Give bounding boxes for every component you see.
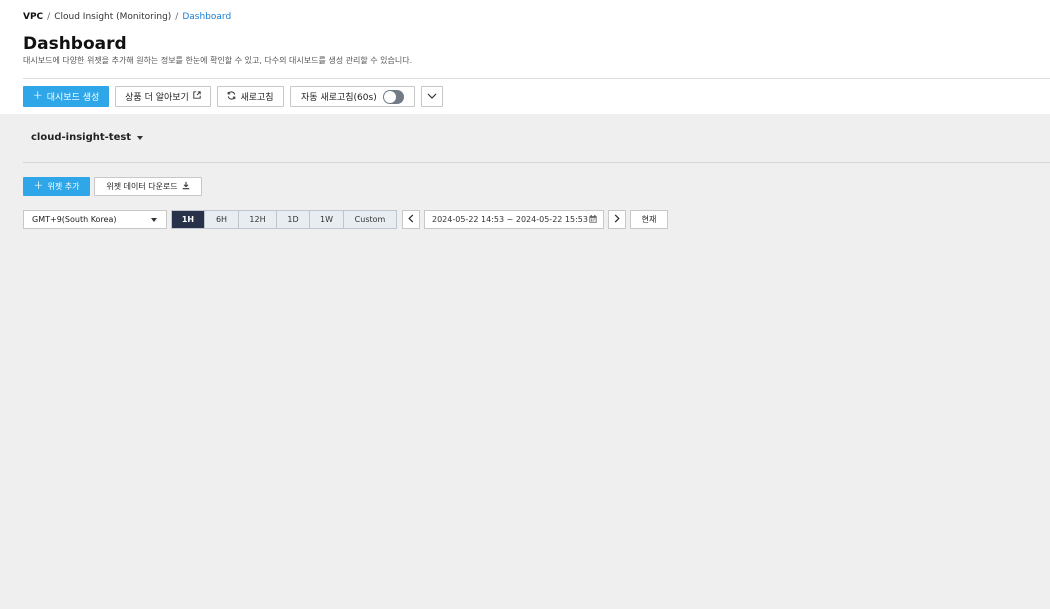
breadcrumb: VPC / Cloud Insight (Monitoring) / Dashb… xyxy=(23,11,231,23)
learn-more-label: 상품 더 알아보기 xyxy=(125,93,189,103)
range-12h[interactable]: 12H xyxy=(239,211,277,228)
chevron-right-icon xyxy=(614,213,620,226)
download-icon xyxy=(182,181,190,192)
timezone-select[interactable]: GMT+9(South Korea) xyxy=(23,210,167,229)
learn-more-button[interactable]: 상품 더 알아보기 xyxy=(115,86,211,107)
plus-icon: ＋ xyxy=(33,180,44,192)
download-widget-data-button[interactable]: 위젯 데이터 다운로드 xyxy=(94,177,202,196)
date-range-picker[interactable]: 2024-05-22 14:53 ~ 2024-05-22 15:53 xyxy=(424,210,604,229)
create-dashboard-label: 대시보드 생성 xyxy=(46,93,100,103)
refresh-icon xyxy=(227,90,236,103)
dashboard-selector[interactable]: cloud-insight-test xyxy=(31,132,144,143)
range-1w[interactable]: 1W xyxy=(310,211,344,228)
auto-refresh-toggle[interactable] xyxy=(382,89,404,104)
widget-bar: ＋ 위젯 추가 위젯 데이터 다운로드 xyxy=(23,177,202,196)
caret-down-icon xyxy=(137,135,144,140)
breadcrumb-separator: / xyxy=(175,12,179,22)
divider xyxy=(23,78,1050,79)
plus-icon: ＋ xyxy=(32,90,43,102)
more-options-button[interactable] xyxy=(421,86,443,107)
previous-period-button[interactable] xyxy=(402,210,420,229)
refresh-label: 새로고침 xyxy=(240,93,274,103)
timezone-value: GMT+9(South Korea) xyxy=(32,215,117,224)
range-1h[interactable]: 1H xyxy=(172,211,205,228)
auto-refresh-label: 자동 새로고침(60s) xyxy=(301,93,377,103)
toolbar: ＋ 대시보드 생성 상품 더 알아보기 새로고침 자동 새로고침(60s) xyxy=(23,86,443,107)
divider xyxy=(23,162,1050,163)
breadcrumb-vpc[interactable]: VPC xyxy=(23,12,43,22)
now-button[interactable]: 현재 xyxy=(630,210,668,229)
range-custom[interactable]: Custom xyxy=(344,211,396,228)
add-widget-button[interactable]: ＋ 위젯 추가 xyxy=(23,177,90,196)
create-dashboard-button[interactable]: ＋ 대시보드 생성 xyxy=(23,86,109,107)
page-title: Dashboard xyxy=(23,34,127,54)
next-period-button[interactable] xyxy=(608,210,626,229)
page-description: 대시보드에 다양한 위젯을 추가해 원하는 정보를 한눈에 확인할 수 있고, … xyxy=(23,56,413,65)
range-1d[interactable]: 1D xyxy=(277,211,310,228)
breadcrumb-current: Dashboard xyxy=(182,12,232,22)
breadcrumb-cloud-insight[interactable]: Cloud Insight (Monitoring) xyxy=(54,12,171,22)
time-controls: GMT+9(South Korea) 1H 6H 12H 1D 1W Custo… xyxy=(23,210,668,229)
date-range-value: 2024-05-22 14:53 ~ 2024-05-22 15:53 xyxy=(432,215,588,224)
range-6h[interactable]: 6H xyxy=(205,211,239,228)
refresh-button[interactable]: 새로고침 xyxy=(217,86,284,107)
breadcrumb-separator: / xyxy=(47,12,51,22)
external-link-icon xyxy=(193,91,201,102)
calendar-icon xyxy=(589,214,597,225)
download-widget-data-label: 위젯 데이터 다운로드 xyxy=(106,182,178,191)
add-widget-label: 위젯 추가 xyxy=(47,182,80,191)
chevron-down-icon xyxy=(427,92,437,102)
dashboard-name: cloud-insight-test xyxy=(31,132,132,143)
chevron-left-icon xyxy=(408,213,414,226)
caret-down-icon xyxy=(151,217,157,222)
auto-refresh-control: 자동 새로고침(60s) xyxy=(290,86,415,107)
time-range-group: 1H 6H 12H 1D 1W Custom xyxy=(171,210,397,229)
